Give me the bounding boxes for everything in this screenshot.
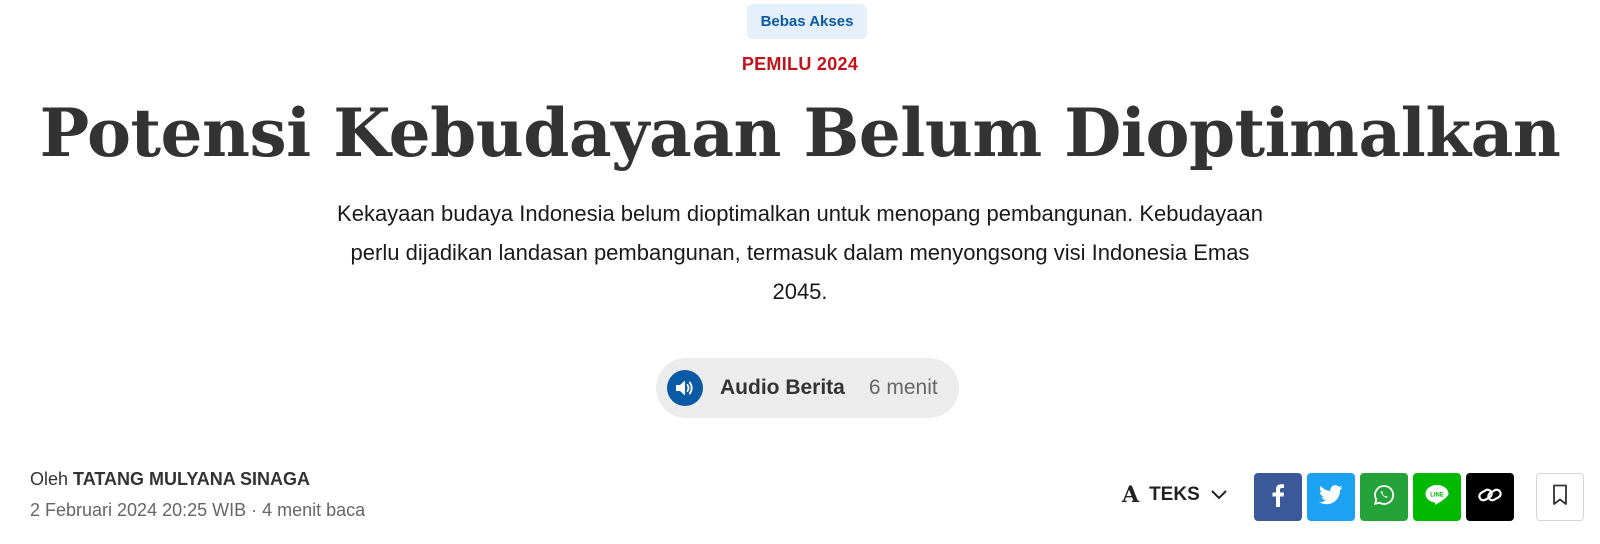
audio-news-button[interactable]: Audio Berita 6 menit	[656, 358, 959, 418]
line-icon-text: LINE	[1430, 492, 1444, 498]
audio-duration: 6 menit	[868, 376, 938, 399]
chevron-down-icon	[1210, 489, 1228, 501]
copy-link-button[interactable]	[1466, 473, 1514, 521]
facebook-icon	[1271, 483, 1285, 511]
speaker-icon	[667, 370, 703, 406]
share-whatsapp-button[interactable]	[1360, 473, 1408, 521]
category-label[interactable]: PEMILU 2024	[0, 54, 1600, 75]
bookmark-button[interactable]	[1536, 473, 1584, 521]
access-badge: Bebas Akses	[747, 4, 867, 39]
text-size-label: TEKS	[1149, 484, 1200, 505]
audio-label: Audio Berita	[720, 376, 845, 399]
share-twitter-button[interactable]	[1307, 473, 1355, 521]
bookmark-icon	[1552, 484, 1568, 510]
byline-prefix: Oleh	[30, 469, 69, 489]
font-size-icon: A	[1122, 482, 1140, 508]
article-title: Potensi Kebudayaan Belum Dioptimalkan	[39, 94, 1561, 172]
link-icon	[1477, 484, 1503, 510]
share-facebook-button[interactable]	[1254, 473, 1302, 521]
article-meta: 2 Februari 2024 20:25 WIB · 4 menit baca	[30, 500, 366, 520]
category-link[interactable]: PEMILU 2024	[742, 54, 858, 74]
author-name[interactable]: TATANG MULYANA SINAGA	[73, 469, 310, 489]
line-icon: LINE	[1424, 483, 1450, 511]
article-summary: Kekayaan budaya Indonesia belum dioptima…	[337, 201, 1263, 304]
byline: Oleh TATANG MULYANA SINAGA	[30, 469, 310, 490]
text-size-dropdown[interactable]: A TEKS	[1122, 480, 1228, 510]
whatsapp-icon	[1373, 484, 1395, 510]
share-line-button[interactable]: LINE	[1413, 473, 1461, 521]
twitter-icon	[1319, 485, 1343, 509]
